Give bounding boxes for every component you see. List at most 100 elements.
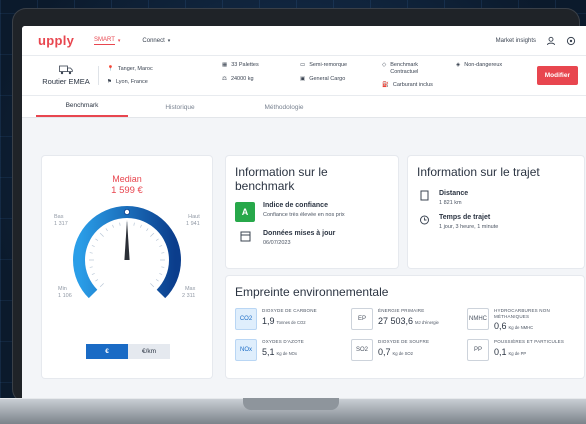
contract-label-line2: Contractuel — [390, 68, 419, 75]
nav-smart[interactable]: SMART ▾ — [94, 37, 120, 45]
confidence-badge: A — [235, 202, 255, 222]
gauge-tick — [146, 228, 149, 232]
tab-historique[interactable]: Historique — [128, 104, 232, 117]
gauge-bas-label: Bas — [54, 214, 64, 220]
market-insights-link[interactable]: Market insights — [496, 38, 536, 44]
flag-icon: ⚑ — [107, 79, 112, 85]
clock-icon — [420, 215, 429, 225]
environment-title: Empreinte environnementale — [235, 285, 389, 299]
trip-info-card: Information sur le trajet Distance 1 821… — [408, 156, 584, 268]
gauge-tick — [99, 232, 104, 237]
median-label: Median — [112, 174, 142, 184]
cargo-label: General Cargo — [309, 75, 346, 82]
contract-item: ◇ Benchmark Contractuel — [382, 62, 442, 75]
trailer-item: ▭ Semi-remorque — [300, 62, 368, 69]
confidence-sub: Confiance très élevée en nos prix — [263, 212, 345, 218]
pallet-icon: ▦ — [222, 62, 228, 69]
env-name: OXYDES D'AZOTE — [262, 339, 304, 344]
update-date: 06/07/2023 — [263, 240, 291, 246]
calendar-icon — [240, 231, 251, 242]
gauge-haut-value: 1 941 — [186, 221, 200, 227]
tab-methodologie[interactable]: Méthodologie — [232, 104, 336, 117]
gauge-tick — [91, 273, 95, 275]
document-icon — [420, 190, 429, 201]
time-title: Temps de trajet — [439, 214, 491, 221]
gauge-haut: Haut 1 941 — [186, 214, 200, 228]
fuel-label: Carburant inclus — [392, 82, 433, 89]
route-col-contract: ◇ Benchmark Contractuel ⛽ Carburant inclus — [368, 62, 442, 89]
chevron-down-icon: ▾ — [167, 37, 171, 44]
env-name: HYDROCARBURES NON MÉTHANIQUES — [494, 308, 550, 319]
top-nav: upply SMART ▾ Connect ▾ Market insights — [22, 26, 586, 56]
env-value-row: 0,7 Kg de SO2 — [378, 347, 429, 357]
env-value: 0,1 — [494, 346, 507, 357]
gauge-max-value: 2 311 — [182, 293, 196, 299]
cargo-icon: ▣ — [300, 75, 306, 82]
modify-button[interactable]: Modifier — [536, 66, 578, 85]
route-details: ▦ 33 Palettes ⚖ 24000 kg ▭ Semi-remorque ▣ G… — [208, 62, 537, 89]
user-icon[interactable] — [546, 36, 556, 46]
time-row: Temps de trajet 1 jour, 3 heure, 1 minut… — [408, 214, 584, 230]
environment-card: Empreinte environnementale CO2 DIOXYDE D… — [226, 276, 584, 378]
so2-icon: SO2 — [351, 339, 373, 361]
route-origin: 📍 Tanger, Maroc — [107, 66, 208, 72]
env-value-row: 27 503,6 MJ d'énergie — [378, 316, 439, 326]
settings-icon[interactable] — [566, 36, 576, 46]
env-name: ÉNERGIE PRIMAIRE — [378, 308, 425, 313]
toggle-euro[interactable]: € — [86, 344, 128, 359]
nav-smart-label: SMART — [94, 36, 115, 45]
gauge-tick — [112, 224, 114, 228]
gauge-max: Max 2 311 — [182, 286, 195, 300]
toggle-euro-per-km[interactable]: €/km — [128, 344, 170, 359]
env-unit: Kg de PP — [508, 350, 527, 356]
gauge-tick — [161, 252, 165, 254]
gauge-tick — [99, 283, 104, 288]
env-unit: Kg de NOx — [276, 350, 297, 356]
contract-label: Benchmark Contractuel — [390, 62, 418, 75]
nav-connect-label: Connect — [142, 37, 165, 44]
gauge-haut-label: Haut — [188, 214, 200, 220]
env-unit: Kg de NMHC — [508, 325, 534, 330]
env-value: 0,6 — [494, 321, 507, 331]
tab-benchmark[interactable]: Benchmark — [36, 102, 128, 117]
update-row: Données mises à jour 06/07/2023 — [226, 230, 398, 246]
env-unit: Tonnes de CO2 — [276, 319, 306, 325]
energy-icon: EP — [351, 308, 373, 330]
gauge-marker — [124, 209, 131, 216]
confidence-title: Indice de confiance — [263, 202, 328, 209]
gauge-tick — [105, 228, 108, 232]
nav-connect[interactable]: Connect ▾ — [142, 38, 170, 44]
env-item-so2: SO2 DIOXYDE DE SOUFRE 0,7 Kg de SO2 — [351, 339, 467, 361]
chevron-down-icon: ▾ — [117, 37, 121, 44]
gauge-tick — [150, 283, 155, 288]
trailer-icon: ▭ — [300, 62, 306, 69]
fuel-icon: ⛽ — [382, 82, 389, 89]
distance-value: 1 821 km — [439, 200, 462, 206]
route-places: 📍 Tanger, Maroc ⚑ Lyon, France — [98, 66, 208, 85]
time-text: Temps de trajet 1 jour, 3 heure, 1 minut… — [439, 214, 498, 230]
gauge-bas-value: 1 317 — [54, 221, 68, 227]
gauge-tick — [133, 222, 135, 226]
gauge-max-label: Max — [184, 286, 196, 292]
laptop-notch — [243, 398, 339, 410]
gauge-tick — [140, 224, 142, 228]
weight-icon: ⚖ — [222, 75, 227, 82]
route-bar: Routier EMEA 📍 Tanger, Maroc ⚑ Lyon, Fra… — [22, 56, 586, 96]
env-item-co2: CO2 DIOXYDE DE CARBONE 1,9 Tonnes de CO2 — [235, 308, 351, 331]
gauge-tick — [89, 266, 93, 268]
confidence-text: Indice de confiance Confiance très élevé… — [263, 202, 345, 218]
gauge-tick — [95, 279, 99, 282]
route-col-load: ▦ 33 Palettes ⚖ 24000 kg — [208, 62, 286, 89]
gauge-tick — [155, 279, 159, 282]
time-value: 1 jour, 3 heure, 1 minute — [439, 224, 499, 230]
env-name: DIOXYDE DE CARBONE — [262, 308, 317, 313]
env-value-row: 0,1 Kg de PP — [494, 347, 564, 357]
benchmark-info-title: Information sur le benchmark — [235, 165, 328, 193]
app-logo[interactable]: upply — [38, 33, 94, 48]
route-title: Routier EMEA — [34, 65, 98, 86]
app-screen: upply SMART ▾ Connect ▾ Market insights — [22, 26, 586, 398]
env-name: POUSSIÈRES ET PARTICULES — [494, 339, 565, 344]
route-col-vehicle: ▭ Semi-remorque ▣ General Cargo — [286, 62, 368, 89]
gauge-tick — [150, 232, 155, 237]
env-value-row: 5,1 Kg de NOx — [262, 347, 304, 357]
